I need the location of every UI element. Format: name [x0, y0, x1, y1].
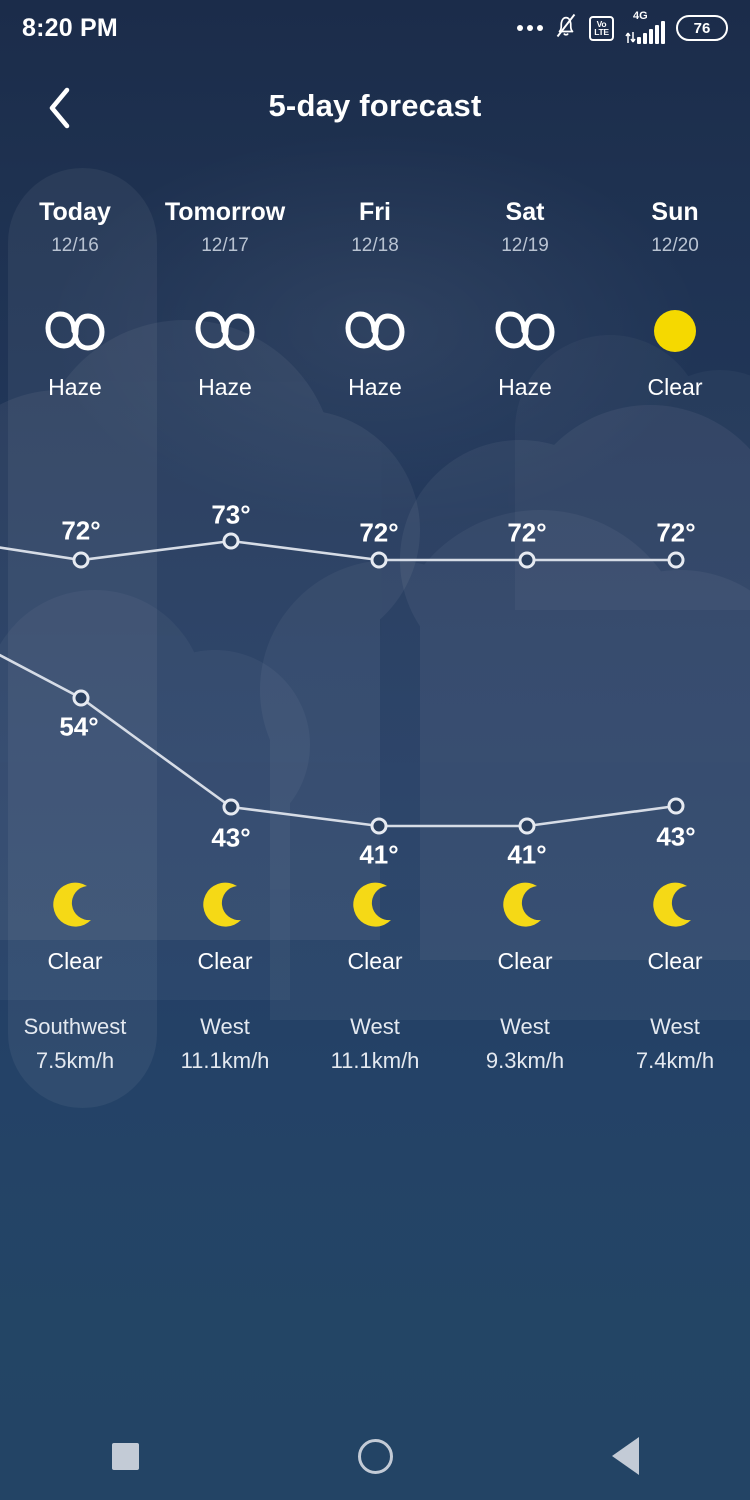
- low-temp-label: 41°: [507, 839, 547, 870]
- wind-cell-3: West 9.3km/h: [450, 1014, 600, 1074]
- night-condition-2: Clear: [300, 874, 450, 975]
- moon-icon: [497, 874, 553, 936]
- low-temp-label: 54°: [59, 711, 99, 742]
- wind-cell-1: West 11.1km/h: [150, 1014, 300, 1074]
- wind-direction: West: [200, 1014, 250, 1039]
- night-condition-4: Clear: [600, 874, 750, 975]
- wind-speed: 7.4km/h: [635, 1048, 715, 1073]
- high-temp-label: 72°: [61, 515, 101, 546]
- wind-cell-4: West 7.4km/h: [600, 1014, 750, 1074]
- wind-direction: West: [500, 1014, 550, 1039]
- low-temp-point: [222, 798, 240, 816]
- wind-speed: 11.1km/h: [330, 1048, 420, 1073]
- condition-label: Clear: [197, 948, 253, 974]
- moon-icon: [347, 874, 403, 936]
- moon-icon: [197, 874, 253, 936]
- wind-cell-0: Southwest 7.5km/h: [0, 1014, 150, 1074]
- high-temp-point: [518, 551, 536, 569]
- high-temp-line: [0, 539, 676, 562]
- square-recents-icon[interactable]: [70, 1421, 180, 1491]
- temperature-chart: [0, 532, 685, 835]
- night-condition-0: Clear: [0, 874, 150, 975]
- low-temp-point: [72, 689, 90, 707]
- low-temp-label: 41°: [359, 839, 399, 870]
- wind-speed: 7.5km/h: [35, 1048, 115, 1073]
- night-conditions-row: Clear Clear Clear Clear Clear: [0, 874, 750, 975]
- condition-label: Clear: [647, 948, 703, 974]
- triangle-back-icon[interactable]: [570, 1421, 680, 1491]
- high-temp-point: [72, 551, 90, 569]
- low-temp-label: 43°: [211, 822, 251, 853]
- condition-label: Clear: [347, 948, 403, 974]
- circle-home-icon[interactable]: [320, 1421, 430, 1491]
- low-temp-label: 43°: [656, 821, 696, 852]
- condition-label: Clear: [47, 948, 103, 974]
- wind-direction: Southwest: [23, 1014, 127, 1039]
- wind-direction: West: [350, 1014, 400, 1039]
- high-temp-label: 72°: [507, 517, 547, 548]
- night-condition-3: Clear: [450, 874, 600, 975]
- weather-forecast-screen: 8:20 PM Vo LTE 4G 76 5-day forecast Toda…: [0, 0, 750, 1500]
- wind-direction: West: [650, 1014, 700, 1039]
- high-temp-point: [222, 532, 240, 550]
- moon-icon: [47, 874, 103, 936]
- high-temp-label: 73°: [211, 499, 251, 530]
- low-temp-line: [0, 653, 677, 828]
- condition-label: Clear: [497, 948, 553, 974]
- high-temp-point: [370, 551, 388, 569]
- high-temp-label: 72°: [359, 517, 399, 548]
- wind-cell-2: West 11.1km/h: [300, 1014, 450, 1074]
- wind-speed: 9.3km/h: [485, 1048, 565, 1073]
- low-temp-point: [667, 797, 685, 815]
- wind-speed: 11.1km/h: [180, 1048, 270, 1073]
- night-condition-1: Clear: [150, 874, 300, 975]
- wind-row: Southwest 7.5km/h West 11.1km/h West 11.…: [0, 1014, 750, 1074]
- low-temp-point: [518, 817, 536, 835]
- high-temp-label: 72°: [656, 517, 696, 548]
- moon-icon: [647, 874, 703, 936]
- android-nav-bar: [0, 1412, 750, 1500]
- low-temp-point: [370, 817, 388, 835]
- high-temp-point: [667, 551, 685, 569]
